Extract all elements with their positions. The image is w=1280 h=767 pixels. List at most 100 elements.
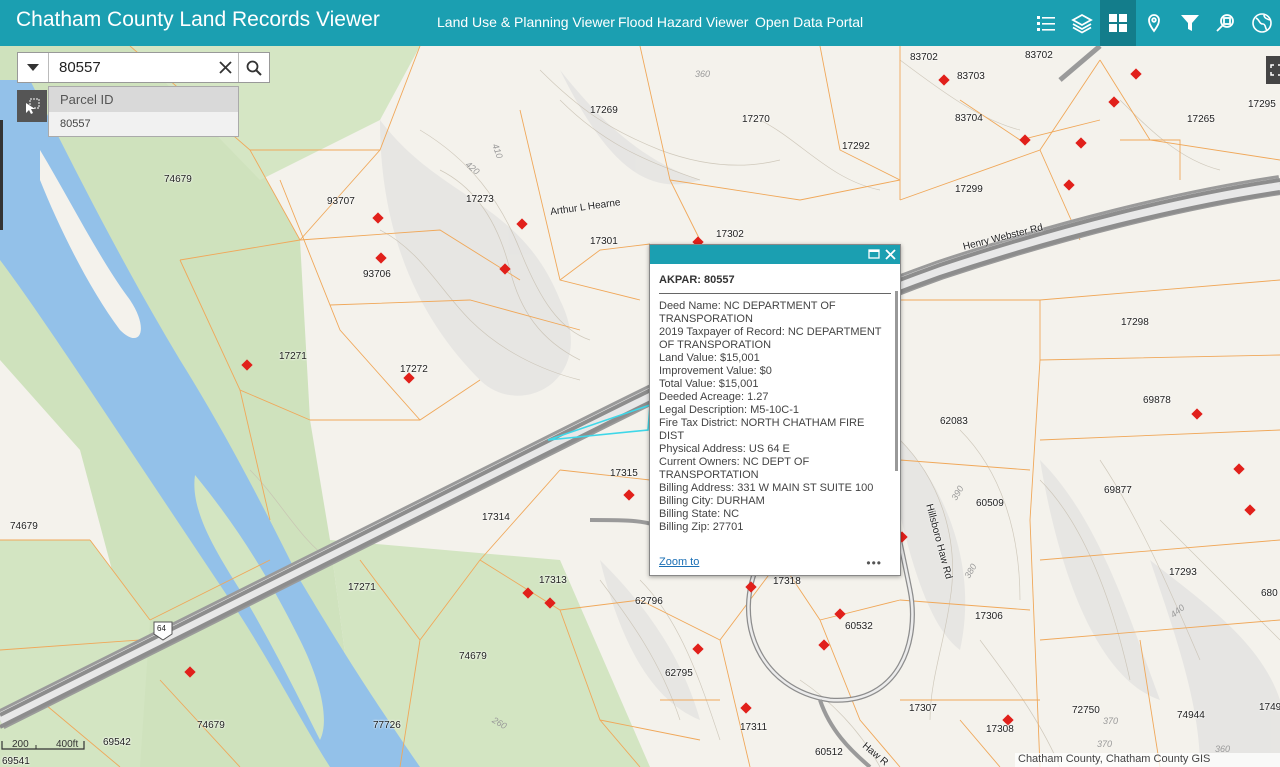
parcel-label: 17308	[986, 724, 1014, 735]
more-actions-icon[interactable]: •••	[866, 556, 882, 570]
scale-label-400: 400ft	[56, 739, 79, 750]
search-button[interactable]	[238, 53, 269, 82]
attr-physical-address: Physical Address: US 64 E	[659, 443, 790, 455]
suggestion-group-header: Parcel ID	[49, 87, 238, 112]
app-header: Chatham County Land Records Viewer Land …	[0, 0, 1280, 46]
open-data-portal-link[interactable]: Open Data Portal	[755, 14, 863, 30]
side-panel-handle[interactable]	[0, 120, 3, 230]
popup-footer: Zoom to •••	[650, 553, 900, 575]
parcel-label: 17306	[975, 611, 1003, 622]
parcel-label: 62795	[665, 668, 693, 679]
attr-deed-name: Deed Name: NC DEPARTMENT OF TRANSPORATIO…	[659, 300, 836, 325]
parcel-label: 93706	[363, 269, 391, 280]
parcel-label: 17313	[539, 575, 567, 586]
parcel-label: 17265	[1187, 114, 1215, 125]
popup-titlebar	[650, 245, 900, 264]
zoom-to-link[interactable]: Zoom to	[659, 556, 699, 568]
parcel-label: 17293	[1169, 567, 1197, 578]
maximize-icon[interactable]	[868, 248, 880, 260]
clear-search-button[interactable]	[212, 53, 238, 82]
attr-improvement-value: Improvement Value: $0	[659, 365, 772, 377]
parcel-label: 17302	[716, 229, 744, 240]
popup-scrollbar[interactable]	[895, 291, 898, 471]
attr-billing-address: Billing Address: 331 W MAIN ST SUITE 100	[659, 482, 874, 494]
select-tool-button[interactable]	[17, 90, 47, 122]
parcel-label: 17273	[466, 194, 494, 205]
parcel-label: 17315	[610, 468, 638, 479]
parcel-label: 17318	[773, 576, 801, 587]
contour-label: 370	[1103, 716, 1119, 726]
parcel-label: 60512	[815, 747, 843, 758]
parcel-label: 83704	[955, 113, 983, 124]
contour-label: 360	[695, 69, 711, 79]
parcel-label: 74944	[1177, 710, 1205, 721]
parcel-label: 17307	[909, 703, 937, 714]
location-pin-icon[interactable]	[1136, 0, 1172, 46]
parcel-label: 72750	[1072, 705, 1100, 716]
parcel-search-icon[interactable]	[1208, 0, 1244, 46]
list-icon[interactable]	[1028, 0, 1064, 46]
parcel-label: 17271	[279, 351, 307, 362]
parcel-label: 17269	[590, 105, 618, 116]
map-attribution: Chatham County, Chatham County GIS	[1015, 753, 1280, 767]
filter-icon[interactable]	[1172, 0, 1208, 46]
parcel-label: 69541	[2, 756, 30, 767]
close-icon[interactable]	[884, 248, 897, 261]
layers-icon[interactable]	[1064, 0, 1100, 46]
parcel-label: 17292	[842, 141, 870, 152]
fullscreen-button[interactable]	[1266, 56, 1280, 84]
parcel-label: 77726	[373, 720, 401, 731]
attr-billing-city: Billing City: DURHAM	[659, 495, 765, 507]
caret-down-icon	[27, 63, 39, 71]
parcel-label: 62083	[940, 416, 968, 427]
attr-fire-tax-district: Fire Tax District: NORTH CHATHAM FIRE DI…	[659, 417, 865, 442]
app-title: Chatham County Land Records Viewer	[16, 8, 380, 31]
parcel-label: 69542	[103, 737, 131, 748]
search-icon	[246, 60, 262, 76]
search-suggestions: Parcel ID 80557	[48, 86, 239, 137]
search-widget	[17, 52, 270, 83]
attr-legal-description: Legal Description: M5-10C-1	[659, 404, 800, 416]
parcel-label: 17270	[742, 114, 770, 125]
parcel-label: 74679	[459, 651, 487, 662]
parcel-label: 93707	[327, 196, 355, 207]
attr-taxpayer: 2019 Taxpayer of Record: NC DEPARTMENT O…	[659, 326, 882, 351]
parcel-label: 680	[1261, 588, 1278, 599]
parcel-label: 62796	[635, 596, 663, 607]
parcel-label: 74679	[10, 521, 38, 532]
parcel-label: 60532	[845, 621, 873, 632]
parcel-label: 17314	[482, 512, 510, 523]
scale-bar: 200 400ft	[0, 737, 90, 753]
parcel-label: 74679	[164, 174, 192, 185]
parcel-label: 69877	[1104, 485, 1132, 496]
feature-popup: AKPAR: 80557 Deed Name: NC DEPARTMENT OF…	[649, 244, 901, 576]
parcel-label: 17299	[955, 184, 983, 195]
scale-label-200: 200	[12, 739, 29, 750]
search-input[interactable]	[49, 53, 212, 82]
toolbar	[1028, 0, 1280, 46]
parcel-label: 69878	[1143, 395, 1171, 406]
attr-current-owners: Current Owners: NC DEPT OF TRANSPORTATIO…	[659, 456, 810, 481]
land-use-planning-link[interactable]: Land Use & Planning Viewer	[437, 14, 615, 30]
contour-label: 370	[1097, 739, 1113, 749]
attr-total-value: Total Value: $15,001	[659, 378, 759, 390]
parcel-label: 17271	[348, 582, 376, 593]
parcel-label: 17301	[590, 236, 618, 247]
basemap-gallery-icon[interactable]	[1100, 0, 1136, 46]
parcel-label: 83703	[957, 71, 985, 82]
parcel-label: 60509	[976, 498, 1004, 509]
basemap	[0, 46, 1280, 767]
parcel-label: 74679	[197, 720, 225, 731]
popup-title: AKPAR: 80557	[659, 274, 891, 294]
parcel-label: 17298	[1121, 317, 1149, 328]
flood-hazard-link[interactable]: Flood Hazard Viewer	[618, 14, 748, 30]
attr-billing-zip: Billing Zip: 27701	[659, 521, 744, 533]
suggestion-item[interactable]: 80557	[49, 112, 238, 136]
map-view[interactable]: 83702 83703 83702 17269 17270 17292 8370…	[0, 46, 1280, 767]
attr-billing-state: Billing State: NC	[659, 508, 740, 520]
globe-icon[interactable]	[1244, 0, 1280, 46]
close-icon	[218, 61, 232, 74]
search-source-dropdown[interactable]	[18, 53, 49, 82]
attr-land-value: Land Value: $15,001	[659, 352, 760, 364]
parcel-label: 83702	[1025, 50, 1053, 61]
